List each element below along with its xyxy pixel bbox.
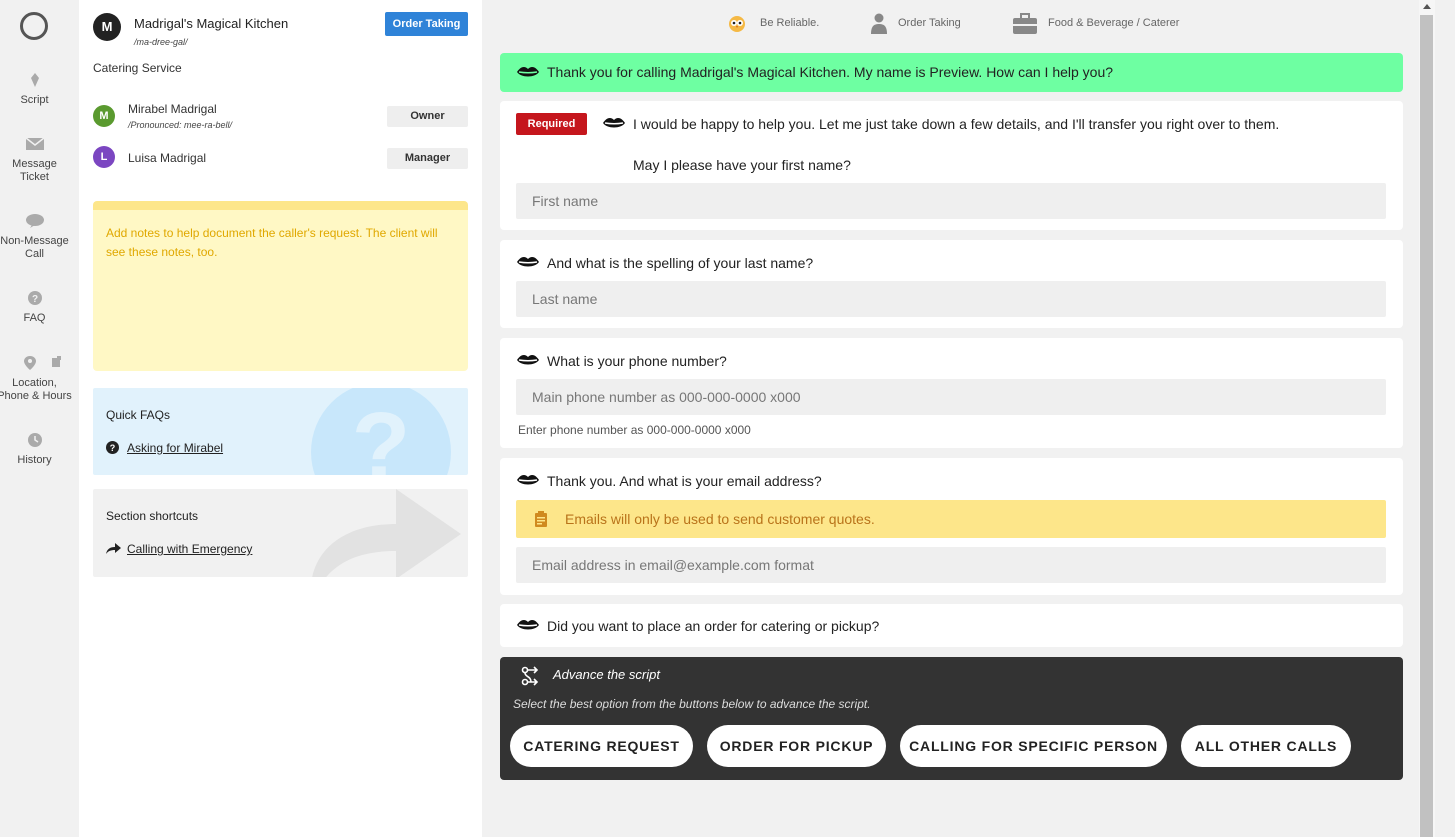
question-icon: ?	[27, 291, 42, 305]
all-other-calls-button[interactable]: ALL OTHER CALLS	[1181, 725, 1351, 767]
share-arrow-icon	[106, 543, 121, 554]
first-name-input[interactable]	[516, 183, 1386, 219]
contact-role-badge: Owner	[387, 106, 468, 127]
catering-request-button[interactable]: CATERING REQUEST	[510, 725, 693, 767]
topnav-category-label: Food & Beverage / Caterer	[1048, 17, 1180, 29]
clock-icon	[27, 433, 42, 447]
briefcase-icon	[1013, 13, 1037, 34]
shortcut-link[interactable]: Calling with Emergency	[127, 542, 252, 556]
question-watermark-icon: ?	[311, 388, 451, 475]
business-name: Madrigal's Magical Kitchen	[134, 16, 289, 31]
order-question-card: Did you want to place an order for cater…	[500, 604, 1403, 647]
notes-textarea[interactable]: Add notes to help document the caller's …	[93, 201, 468, 371]
rail-item-label: Script	[20, 94, 49, 106]
advance-script-panel: Advance the script Select the best optio…	[500, 657, 1403, 780]
section-shortcuts-title: Section shortcuts	[106, 509, 199, 523]
business-info-panel: M Madrigal's Magical Kitchen /ma-dree-ga…	[79, 0, 482, 837]
business-avatar: M	[93, 13, 121, 41]
topnav-order-label: Order Taking	[898, 17, 961, 29]
flow-branch-icon	[521, 666, 539, 686]
rail-item-label: FAQ	[23, 312, 46, 324]
first-name-question: May I please have your first name?	[633, 157, 851, 173]
rail-item-history[interactable]: History	[0, 432, 69, 467]
first-intro-text: I would be happy to help you. Let me jus…	[633, 116, 1280, 132]
contact-role-badge: Manager	[387, 148, 468, 169]
share-arrow-watermark-icon	[312, 489, 461, 577]
contact-pronunciation: /Pronounced: mee-ra-bell/	[128, 120, 233, 130]
script-area: Be Reliable. Order Taking Food & Beverag…	[482, 0, 1419, 837]
faq-link[interactable]: Asking for Mirabel	[127, 441, 223, 455]
lips-icon	[517, 67, 539, 77]
svg-text:?: ?	[31, 294, 37, 305]
rail-item-label: Non-Message Call	[0, 235, 69, 260]
script-icon	[30, 73, 39, 87]
chat-bubble-icon	[25, 214, 44, 228]
location-pin-icon	[24, 356, 61, 370]
last-name-card: And what is the spelling of your last na…	[500, 240, 1403, 328]
question-circle-icon: ?	[106, 441, 119, 454]
rail-item-label: History	[17, 454, 52, 466]
rail-item-location[interactable]: Location, Phone & Hours	[0, 355, 72, 403]
advance-title: Advance the script	[553, 667, 660, 682]
app-logo-icon[interactable]	[20, 12, 48, 40]
owl-icon	[729, 16, 745, 32]
phone-question: What is your phone number?	[547, 353, 727, 369]
phone-hint: Enter phone number as 000-000-0000 x000	[518, 423, 751, 437]
envelope-icon	[25, 137, 44, 150]
svg-text:?: ?	[110, 443, 116, 453]
scrollbar-thumb[interactable]	[1420, 15, 1433, 837]
lips-icon	[603, 118, 625, 128]
rail-item-script[interactable]: Script	[0, 72, 69, 107]
clipboard-icon	[535, 511, 547, 527]
business-pronunciation: /ma-dree-gal/	[134, 37, 188, 47]
email-warning-text: Emails will only be used to send custome…	[565, 511, 875, 527]
email-input[interactable]	[516, 547, 1386, 583]
contact-avatar: L	[93, 146, 115, 168]
email-warning: Emails will only be used to send custome…	[516, 500, 1386, 538]
last-name-question: And what is the spelling of your last na…	[547, 255, 814, 271]
quick-faqs-box: ? Quick FAQs ? Asking for Mirabel	[93, 388, 468, 475]
phone-input[interactable]	[516, 379, 1386, 415]
left-nav-rail: Script Message Ticket Non-Message Call ?…	[0, 0, 79, 837]
calling-for-specific-person-button[interactable]: CALLING FOR SPECIFIC PERSON	[900, 725, 1167, 767]
email-question: Thank you. And what is your email addres…	[547, 473, 822, 489]
required-badge: Required	[516, 113, 587, 135]
order-for-pickup-button[interactable]: ORDER FOR PICKUP	[707, 725, 886, 767]
lips-icon	[517, 257, 539, 267]
last-name-input[interactable]	[516, 281, 1386, 317]
section-shortcuts-box: Section shortcuts Calling with Emergency	[93, 489, 468, 577]
topnav-reliable-label: Be Reliable.	[760, 17, 820, 29]
greeting-text: Thank you for calling Madrigal's Magical…	[547, 64, 1114, 80]
lips-icon	[517, 620, 539, 630]
rail-item-non-message-call[interactable]: Non-Message Call	[0, 213, 69, 261]
quick-faqs-title: Quick FAQs	[106, 408, 171, 422]
contact-name: Mirabel Madrigal	[128, 102, 217, 116]
contact-avatar: M	[93, 105, 115, 127]
business-category: Catering Service	[93, 61, 182, 75]
rail-item-label: Message Ticket	[12, 158, 57, 183]
rail-item-message-ticket[interactable]: Message Ticket	[0, 136, 69, 184]
rail-item-faq[interactable]: ? FAQ	[0, 290, 69, 325]
phone-card: What is your phone number? Enter phone n…	[500, 338, 1403, 448]
order-question: Did you want to place an order for cater…	[547, 618, 880, 634]
first-name-card: Required I would be happy to help you. L…	[500, 101, 1403, 230]
greeting-banner: Thank you for calling Madrigal's Magical…	[500, 53, 1403, 92]
order-taking-badge[interactable]: Order Taking	[385, 12, 468, 36]
rail-item-label: Location, Phone & Hours	[0, 377, 72, 402]
vertical-scrollbar[interactable]	[1419, 0, 1435, 837]
advance-subtitle: Select the best option from the buttons …	[513, 697, 871, 711]
email-card: Thank you. And what is your email addres…	[500, 458, 1403, 595]
lips-icon	[517, 475, 539, 485]
contact-name: Luisa Madrigal	[128, 151, 207, 165]
lips-icon	[517, 355, 539, 365]
scroll-up-arrow-icon[interactable]	[1423, 4, 1431, 9]
person-icon	[871, 13, 887, 34]
